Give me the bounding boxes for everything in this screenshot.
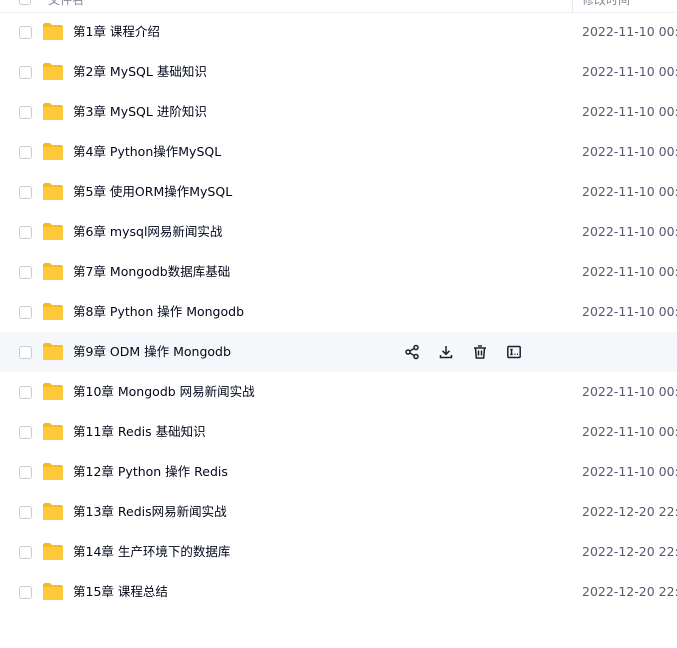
modified-date: 2022-11-10 00:36 bbox=[582, 24, 677, 39]
download-icon[interactable] bbox=[437, 343, 455, 361]
modified-date: 2022-11-10 00:36 bbox=[582, 144, 677, 159]
table-row[interactable]: 第11章 Redis 基础知识 2022-11-10 00:36 bbox=[0, 412, 677, 452]
modified-date: 2022-11-10 00:36 bbox=[582, 384, 677, 399]
modified-date: 2022-11-10 00:36 bbox=[582, 184, 677, 199]
file-name-link[interactable]: 第10章 Mongodb 网易新闻实战 bbox=[73, 384, 255, 400]
column-header-date[interactable]: 修改时间 bbox=[582, 0, 630, 8]
file-name-link[interactable]: 第12章 Python 操作 Redis bbox=[73, 464, 228, 480]
file-name-link[interactable]: 第13章 Redis网易新闻实战 bbox=[73, 504, 227, 520]
folder-icon bbox=[42, 462, 64, 481]
file-name-link[interactable]: 第9章 ODM 操作 Mongodb bbox=[73, 344, 231, 360]
file-name-link[interactable]: 第15章 课程总结 bbox=[73, 584, 168, 600]
row-checkbox[interactable] bbox=[19, 266, 32, 279]
folder-icon bbox=[42, 102, 64, 121]
file-name-link[interactable]: 第11章 Redis 基础知识 bbox=[73, 424, 206, 440]
table-row[interactable]: 第15章 课程总结 2022-12-20 22:38 bbox=[0, 572, 677, 612]
modified-date: 2022-12-20 22:38 bbox=[582, 544, 677, 559]
table-row[interactable]: 第7章 Mongodb数据库基础 2022-11-10 00:36 bbox=[0, 252, 677, 292]
select-all-checkbox[interactable] bbox=[19, 0, 31, 5]
row-checkbox[interactable] bbox=[19, 386, 32, 399]
file-name-link[interactable]: 第3章 MySQL 进阶知识 bbox=[73, 104, 207, 120]
file-name-link[interactable]: 第6章 mysql网易新闻实战 bbox=[73, 224, 222, 240]
folder-icon bbox=[42, 382, 64, 401]
folder-icon bbox=[42, 582, 64, 601]
modified-date: 2022-11-10 00:36 bbox=[582, 464, 677, 479]
file-name-link[interactable]: 第1章 课程介绍 bbox=[73, 24, 160, 40]
table-row[interactable]: 第3章 MySQL 进阶知识 2022-11-10 00:36 bbox=[0, 92, 677, 132]
folder-icon bbox=[42, 222, 64, 241]
row-checkbox[interactable] bbox=[19, 66, 32, 79]
row-checkbox[interactable] bbox=[19, 346, 32, 359]
file-name-link[interactable]: 第5章 使用ORM操作MySQL bbox=[73, 184, 232, 200]
file-name-link[interactable]: 第7章 Mongodb数据库基础 bbox=[73, 264, 230, 280]
share-icon[interactable] bbox=[403, 343, 421, 361]
table-row[interactable]: 第12章 Python 操作 Redis 2022-11-10 00:36 bbox=[0, 452, 677, 492]
folder-icon bbox=[42, 502, 64, 521]
row-checkbox[interactable] bbox=[19, 506, 32, 519]
row-checkbox[interactable] bbox=[19, 26, 32, 39]
table-row[interactable]: 第8章 Python 操作 Mongodb 2022-11-10 00:36 bbox=[0, 292, 677, 332]
folder-icon bbox=[42, 142, 64, 161]
row-checkbox[interactable] bbox=[19, 546, 32, 559]
modified-date: 2022-11-10 00:36 bbox=[582, 264, 677, 279]
sort-arrow-icon[interactable]: ▾ bbox=[557, 0, 562, 2]
folder-icon bbox=[42, 342, 64, 361]
rename-icon[interactable] bbox=[505, 343, 523, 361]
folder-icon bbox=[42, 62, 64, 81]
row-checkbox[interactable] bbox=[19, 306, 32, 319]
folder-icon bbox=[42, 22, 64, 41]
file-list-page: 文件名 ▾ 修改时间 第1章 课程介绍2022-11-10 00:36第2章 M… bbox=[0, 0, 677, 648]
file-name-link[interactable]: 第4章 Python操作MySQL bbox=[73, 144, 221, 160]
row-checkbox[interactable] bbox=[19, 186, 32, 199]
table-row[interactable]: 第13章 Redis网易新闻实战 2022-12-20 22:38 bbox=[0, 492, 677, 532]
modified-date: 2022-11-10 00:36 bbox=[582, 224, 677, 239]
file-name-link[interactable]: 第14章 生产环境下的数据库 bbox=[73, 544, 230, 560]
table-row[interactable]: 第4章 Python操作MySQL 2022-11-10 00:36 bbox=[0, 132, 677, 172]
folder-icon bbox=[42, 542, 64, 561]
row-checkbox[interactable] bbox=[19, 106, 32, 119]
table-row[interactable]: 第9章 ODM 操作 Mongodb bbox=[0, 332, 677, 372]
delete-icon[interactable] bbox=[471, 343, 489, 361]
row-checkbox[interactable] bbox=[19, 146, 32, 159]
file-name-link[interactable]: 第2章 MySQL 基础知识 bbox=[73, 64, 207, 80]
file-list: 第1章 课程介绍 2022-11-10 00:36 第2章 MySQL 基础知识 20… bbox=[0, 12, 677, 612]
file-name-link[interactable]: 第8章 Python 操作 Mongodb bbox=[73, 304, 244, 320]
folder-icon bbox=[42, 302, 64, 321]
table-row[interactable]: 第10章 Mongodb 网易新闻实战 2022-11-10 00:36 bbox=[0, 372, 677, 412]
table-row[interactable]: 第1章 课程介绍 2022-11-10 00:36 bbox=[0, 12, 677, 52]
row-checkbox[interactable] bbox=[19, 586, 32, 599]
row-checkbox[interactable] bbox=[19, 226, 32, 239]
table-row[interactable]: 第5章 使用ORM操作MySQL 2022-11-10 00:36 bbox=[0, 172, 677, 212]
column-divider[interactable] bbox=[572, 0, 573, 12]
modified-date: 2022-12-20 22:38 bbox=[582, 584, 677, 599]
modified-date: 2022-11-10 00:36 bbox=[582, 424, 677, 439]
modified-date: 2022-11-10 00:36 bbox=[582, 304, 677, 319]
folder-icon bbox=[42, 262, 64, 281]
table-row[interactable]: 第2章 MySQL 基础知识 2022-11-10 00:36 bbox=[0, 52, 677, 92]
row-actions bbox=[403, 343, 523, 361]
table-row[interactable]: 第14章 生产环境下的数据库 2022-12-20 22:38 bbox=[0, 532, 677, 572]
folder-icon bbox=[42, 182, 64, 201]
modified-date: 2022-11-10 00:36 bbox=[582, 64, 677, 79]
modified-date: 2022-11-10 00:36 bbox=[582, 104, 677, 119]
folder-icon bbox=[42, 422, 64, 441]
table-row[interactable]: 第6章 mysql网易新闻实战 2022-11-10 00:36 bbox=[0, 212, 677, 252]
column-header-name[interactable]: 文件名 bbox=[48, 0, 84, 8]
modified-date: 2022-12-20 22:38 bbox=[582, 504, 677, 519]
row-checkbox[interactable] bbox=[19, 466, 32, 479]
row-checkbox[interactable] bbox=[19, 426, 32, 439]
